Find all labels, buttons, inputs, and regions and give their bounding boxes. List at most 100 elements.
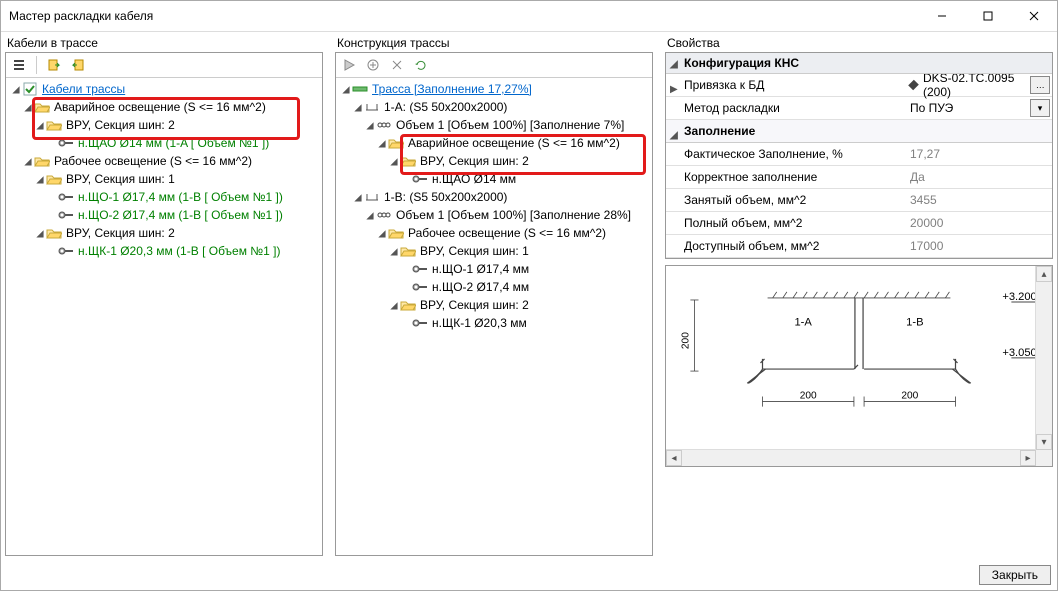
tree-item[interactable]: ◢ ВРУ, Секция шин: 1 [6,170,320,188]
prop-key: Полный объем, мм^2 [684,216,802,230]
tree-label: н.ЩО-2 Ø17,4 мм (1-B [ Объем №1 ]) [78,208,283,222]
tree-label: Рабочее освещение (S <= 16 мм^2) [54,154,252,168]
tree-label: н.ЩАО Ø14 мм (1-A [ Объем №1 ]) [78,136,269,150]
panel-mid-label: Конструкция трассы [335,36,653,50]
folder-open-icon [388,225,404,241]
expand-icon[interactable]: ◢ [670,130,678,141]
tree-label: н.ЩО-1 Ø17,4 мм (1-B [ Объем №1 ]) [78,190,283,204]
tree-item[interactable]: н.ЩАО Ø14 мм [336,170,650,188]
tree-label: н.ЩК-1 Ø20,3 мм (1-B [ Объем №1 ]) [78,244,281,258]
prop-value: 17000 [910,239,943,253]
list-icon[interactable] [10,56,28,74]
prop-value: Да [910,170,925,184]
tree-label: Объем 1 [Объем 100%] [Заполнение 28%] [396,208,631,222]
dropdown-button[interactable]: ▾ [1030,99,1050,117]
tree-item[interactable]: ◢ Рабочее освещение (S <= 16 мм^2) [6,152,320,170]
scrollbar-vertical[interactable]: ▴ ▾ [1035,266,1052,450]
trace-icon [352,81,368,97]
scroll-up-icon[interactable]: ▴ [1036,266,1052,282]
tree-label: ВРУ, Секция шин: 2 [66,118,175,132]
tree-item[interactable]: ◢ Объем 1 [Объем 100%] [Заполнение 28%] [336,206,650,224]
checkbox-icon[interactable] [22,81,38,97]
svg-text:+3.050: +3.050 [1002,347,1036,359]
tree-item[interactable]: ◢ ВРУ, Секция шин: 2 [6,116,320,134]
cable-icon [412,279,428,295]
prop-category: Конфигурация КНС [684,56,799,70]
tree-item[interactable]: н.ЩК-1 Ø20,3 мм (1-B [ Объем №1 ]) [6,242,320,260]
tree-label: ВРУ, Секция шин: 2 [420,298,529,312]
tree-label[interactable]: Трасса [Заполнение 17,27%] [372,82,532,96]
tree-item[interactable]: ◢ ВРУ, Секция шин: 1 [336,242,650,260]
scroll-right-icon[interactable]: ▸ [1020,450,1036,466]
minimize-button[interactable] [919,1,965,31]
section-diagram: 1-A 1-B +3.200 +3.050 200 200 [665,265,1053,467]
tree-item[interactable]: ◢ Рабочее освещение (S <= 16 мм^2) [336,224,650,242]
panel-right-label: Свойства [665,36,1053,50]
close-button[interactable] [1011,1,1057,31]
refresh-icon[interactable] [412,56,430,74]
play-icon[interactable] [340,56,358,74]
tree-item[interactable]: ◢ 1-B: (S5 50x200x2000) [336,188,650,206]
folder-open-icon [46,225,62,241]
tree-item[interactable]: н.ЩО-2 Ø17,4 мм (1-B [ Объем №1 ]) [6,206,320,224]
prop-key: Занятый объем, мм^2 [684,193,806,207]
volume-icon [376,117,392,133]
ellipsis-button[interactable]: … [1030,76,1050,94]
tree-label: н.ЩО-2 Ø17,4 мм [432,280,529,294]
close-dialog-button[interactable]: Закрыть [979,565,1051,585]
scroll-down-icon[interactable]: ▾ [1036,434,1052,450]
tree-item[interactable]: ◢ ВРУ, Секция шин: 2 [6,224,320,242]
cable-icon [412,171,428,187]
tree-item[interactable]: ◢ Аварийное освещение (S <= 16 мм^2) [6,98,320,116]
delete-icon[interactable] [388,56,406,74]
svg-text:+3.200: +3.200 [1002,291,1036,303]
prop-value: 3455 [910,193,937,207]
scrollbar-horizontal[interactable]: ◂ ▸ [666,449,1036,466]
diamond-icon [908,80,919,91]
tree-item[interactable]: ◢ 1-A: (S5 50x200x2000) [336,98,650,116]
expand-icon[interactable]: ▶ [670,84,678,95]
tree-item[interactable]: ◢ Аварийное освещение (S <= 16 мм^2) [336,134,650,152]
tree-item[interactable]: ◢ ВРУ, Секция шин: 2 [336,296,650,314]
tree-root[interactable]: ◢ Кабели трассы [6,80,320,98]
tree-label: Аварийное освещение (S <= 16 мм^2) [408,136,620,150]
tree-item[interactable]: ◢ ВРУ, Секция шин: 2 [336,152,650,170]
folder-open-icon [34,153,50,169]
tree-label: 1-B: (S5 50x200x2000) [384,190,507,204]
tree-root[interactable]: ◢ Трасса [Заполнение 17,27%] [336,80,650,98]
tree-item[interactable]: н.ЩО-1 Ø17,4 мм (1-B [ Объем №1 ]) [6,188,320,206]
folder-open-icon [46,117,62,133]
folder-open-icon [46,171,62,187]
scroll-left-icon[interactable]: ◂ [666,450,682,466]
tree-label: Аварийное освещение (S <= 16 мм^2) [54,100,266,114]
maximize-button[interactable] [965,1,1011,31]
prop-key: Фактическое Заполнение, % [684,147,843,161]
prop-category: Заполнение [684,124,755,138]
tree-item[interactable]: н.ЩАО Ø14 мм (1-A [ Объем №1 ]) [6,134,320,152]
tree-item[interactable]: н.ЩО-2 Ø17,4 мм [336,278,650,296]
tree-label: Объем 1 [Объем 100%] [Заполнение 7%] [396,118,624,132]
tree-item[interactable]: н.ЩО-1 Ø17,4 мм [336,260,650,278]
tree-item[interactable]: н.ЩК-1 Ø20,3 мм [336,314,650,332]
prop-value: По ПУЭ [910,101,953,115]
tray-icon [364,99,380,115]
property-grid: ◢ Конфигурация КНС ▶Привязка к БД DKS-02… [665,52,1053,259]
folder-open-icon [34,99,50,115]
tray-icon [364,189,380,205]
folder-open-icon [388,135,404,151]
expand-icon[interactable]: ◢ [670,59,678,70]
tree-label: ВРУ, Секция шин: 2 [420,154,529,168]
prop-key: Привязка к БД [684,78,764,92]
unassign-icon[interactable] [69,56,87,74]
cable-icon [58,207,74,223]
tree-item[interactable]: ◢ Объем 1 [Объем 100%] [Заполнение 7%] [336,116,650,134]
tree-label[interactable]: Кабели трассы [42,82,125,96]
tree-label: ВРУ, Секция шин: 1 [66,172,175,186]
add-icon[interactable] [364,56,382,74]
cable-icon [58,243,74,259]
folder-open-icon [400,297,416,313]
tree-label: н.ЩО-1 Ø17,4 мм [432,262,529,276]
folder-open-icon [400,243,416,259]
panel-left-label: Кабели в трассе [5,36,323,50]
assign-icon[interactable] [45,56,63,74]
